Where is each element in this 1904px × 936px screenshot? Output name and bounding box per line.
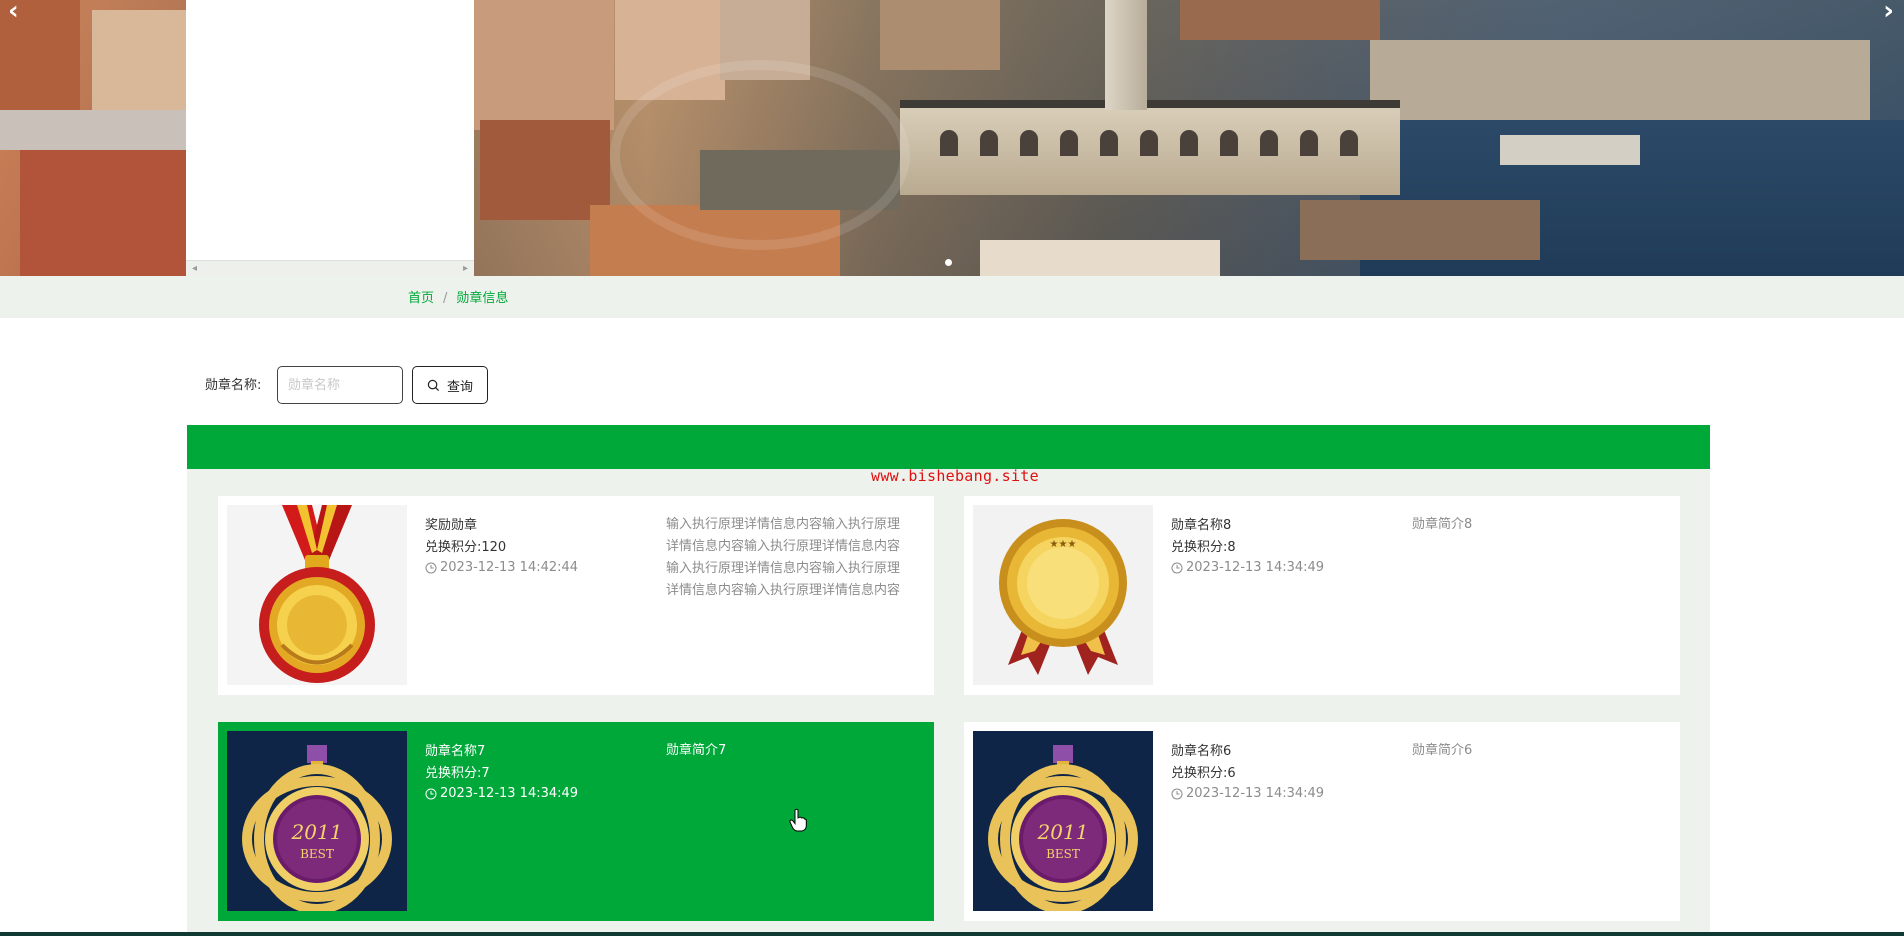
pier-building [1300,200,1540,260]
breadcrumb-separator: / [443,291,448,306]
medal-desc: 输入执行原理详情信息内容输入执行原理详情信息内容输入执行原理详情信息内容输入执行… [666,517,901,598]
building [1370,40,1870,120]
medal-desc: 勋章简介7 [666,743,727,758]
medal-name: 勋章名称6 [1171,744,1232,759]
svg-text:★★★: ★★★ [1050,539,1077,550]
medal-name: 奖励勋章 [425,518,478,533]
badge-word: BEST [300,847,334,861]
medal-name-input[interactable] [277,366,403,404]
clock-icon [425,788,437,799]
medal-card[interactable]: 2011 BEST 勋章名称6 兑换积分:6 2023-12-13 14:34:… [964,722,1680,921]
search-button[interactable]: 查询 [412,366,488,404]
medal-time-text: 2023-12-13 14:42:44 [440,560,579,575]
medal-desc: 勋章简介8 [1412,517,1473,532]
medal-time-text: 2023-12-13 14:34:49 [440,786,579,801]
scroll-left-icon[interactable]: ◂ [192,263,197,274]
building [1180,0,1380,40]
medal-card[interactable]: 2011 BEST 勋章名称7 兑换积分:7 2023-12-13 14:34:… [218,722,934,921]
building [92,10,187,120]
medal-time-text: 2023-12-13 14:34:49 [1186,786,1325,801]
medal-card[interactable]: ★★★ 勋章名称8 兑换积分:8 2023-12-13 14:34:49 勋章简… [964,496,1680,695]
search-label: 勋章名称: [205,378,262,393]
search-button-label: 查询 [446,379,473,395]
carousel-next-icon[interactable]: › [1883,0,1894,26]
banner-side-panel: ◂ ▸ [186,0,474,276]
pier-building [1500,135,1640,165]
hero-banner: ◂ ▸ ‹ › [0,0,1904,276]
building [474,0,614,130]
hand-cursor-icon [789,808,807,832]
bottom-edge [0,932,1904,936]
list-header-bar [187,425,1710,469]
horizontal-scrollbar[interactable]: ◂ ▸ [186,260,474,276]
building [880,0,1000,70]
badge-year: 2011 [291,820,343,844]
search-icon [427,379,440,391]
medal-image: 2011 BEST [227,731,407,911]
medal-points: 兑换积分:8 [1171,540,1236,555]
medal-name: 勋章名称8 [1171,518,1232,533]
clock-icon [425,562,437,573]
medal-desc: 勋章简介6 [1412,743,1473,758]
medal-time: 2023-12-13 14:34:49 [1171,560,1324,575]
building [0,110,186,150]
medal-image: 2011 BEST [973,731,1153,911]
breadcrumb-home[interactable]: 首页 [408,291,434,306]
medal-list: 奖励勋章 兑换积分:120 2023-12-13 14:42:44 输入执行原理… [187,469,1710,936]
medal-image: ★★★ [973,505,1153,685]
banner-watermark-logo [610,60,910,250]
medal-time: 2023-12-13 14:34:49 [1171,786,1324,801]
scroll-right-icon[interactable]: ▸ [463,263,468,274]
clock-icon [1171,788,1183,799]
breadcrumb: 首页 / 勋章信息 [408,287,508,306]
clock-tower [1105,0,1147,110]
carousel-indicator-dot[interactable] [945,259,952,266]
medal-name: 勋章名称7 [425,744,486,759]
breadcrumb-bar: 首页 / 勋章信息 [0,276,1904,318]
carousel-prev-icon[interactable]: ‹ [8,0,19,26]
medal-points: 兑换积分:6 [1171,766,1236,781]
ferry-building [900,100,1400,195]
medal-card[interactable]: 奖励勋章 兑换积分:120 2023-12-13 14:42:44 输入执行原理… [218,496,934,695]
pier [980,240,1220,276]
medal-image [227,505,407,685]
medal-time: 2023-12-13 14:42:44 [425,560,578,575]
building [20,140,186,276]
medal-time-text: 2023-12-13 14:34:49 [1186,560,1325,575]
medal-points: 兑换积分:7 [425,766,490,781]
clock-icon [1171,562,1183,573]
breadcrumb-current: 勋章信息 [456,291,509,306]
badge-word: BEST [1046,847,1080,861]
badge-year: 2011 [1037,820,1089,844]
site-watermark: www.bishebang.site [871,467,1039,485]
medal-time: 2023-12-13 14:34:49 [425,786,578,801]
medal-points: 兑换积分:120 [425,540,507,555]
